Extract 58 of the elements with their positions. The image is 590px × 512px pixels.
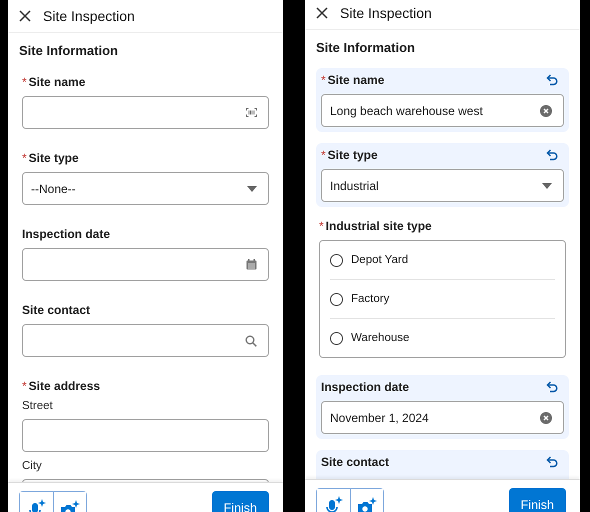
field-label: Inspection date [22, 227, 110, 241]
close-button[interactable] [316, 7, 328, 19]
section-title: Site Information [19, 43, 119, 58]
dropdown[interactable]: --None-- [22, 172, 269, 205]
radio-option[interactable]: Depot Yard [330, 241, 555, 280]
close-icon [19, 10, 31, 22]
required-asterisk: * [22, 151, 27, 165]
radio-button[interactable] [330, 254, 343, 266]
search-icon[interactable] [245, 334, 257, 346]
field-label: Site name [28, 75, 86, 89]
caret-icon [542, 182, 552, 188]
field-label: Site name [328, 73, 384, 87]
required-asterisk: * [321, 73, 326, 87]
date-field[interactable]: November 1, 2024 [321, 401, 564, 434]
required-asterisk: * [22, 75, 27, 89]
sparkle-microphone-icon [324, 496, 342, 512]
option-label: Warehouse [351, 332, 410, 344]
close-button[interactable] [19, 10, 31, 22]
field-label: Industrial site type [326, 219, 432, 233]
undo-icon [545, 149, 558, 161]
undo-icon [545, 456, 558, 468]
section-title: Site Information [316, 40, 416, 55]
radio-button[interactable] [330, 292, 343, 306]
field-label: Site type [28, 151, 79, 165]
screen-title: Site Inspection [340, 5, 432, 21]
option-label: Depot Yard [351, 254, 408, 266]
undo-icon [545, 74, 558, 86]
field-label: Inspection date [321, 380, 410, 394]
option-label: Factory [351, 293, 390, 305]
input-field[interactable] [22, 96, 269, 129]
date-field[interactable] [22, 248, 269, 281]
field-label: City [22, 460, 43, 472]
calendar-icon[interactable] [246, 259, 257, 270]
radio-option[interactable]: Factory [330, 280, 555, 319]
close-icon [316, 7, 328, 19]
caret-icon [247, 186, 257, 192]
clear-icon[interactable] [540, 104, 552, 116]
field-label: Site address [28, 379, 100, 393]
finish-button[interactable]: Finish [212, 491, 269, 512]
field-label: Street [22, 400, 54, 412]
dropdown[interactable]: Industrial [321, 169, 564, 202]
required-asterisk: * [319, 219, 324, 233]
required-asterisk: * [321, 148, 326, 162]
input-field[interactable]: Long beach warehouse west [321, 94, 564, 127]
sparkle-camera-icon [357, 497, 377, 512]
undo-icon [545, 381, 558, 393]
field-label: Site contact [321, 455, 390, 469]
finish-button[interactable]: Finish [508, 488, 566, 512]
screen-title: Site Inspection [43, 8, 135, 24]
search-field[interactable] [22, 324, 269, 357]
radio-button[interactable] [330, 332, 343, 344]
radio-option[interactable]: Warehouse [330, 319, 555, 357]
scan-icon[interactable] [246, 108, 257, 117]
field-label: Site contact [22, 303, 90, 317]
input-field[interactable] [22, 419, 269, 452]
required-asterisk: * [22, 379, 27, 393]
clear-icon[interactable] [540, 412, 552, 424]
field-label: Site type [328, 148, 378, 162]
